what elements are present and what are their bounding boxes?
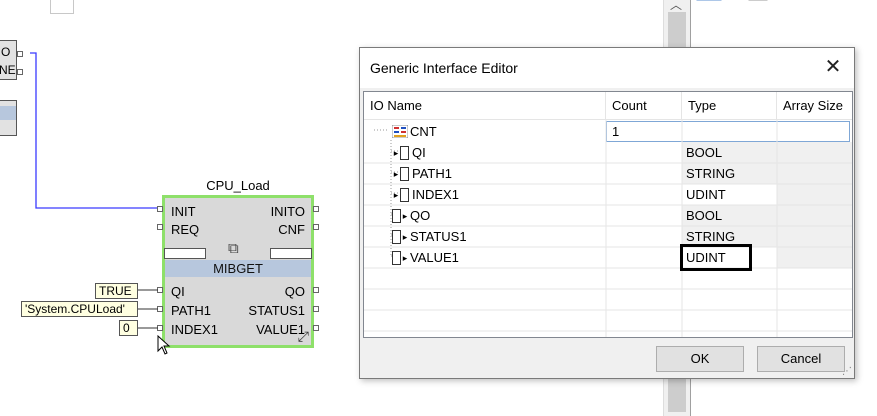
port-status1[interactable]	[313, 306, 319, 312]
resize-grip-icon[interactable]: ⋰	[842, 367, 852, 377]
port-cnf[interactable]	[313, 224, 319, 230]
fb-type-name: MIBGET	[165, 260, 311, 277]
event-output-inito[interactable]: INITO	[271, 204, 305, 219]
left-block-fragment[interactable]: O NE	[0, 40, 17, 80]
data-input-path1[interactable]: PATH1	[171, 303, 211, 318]
event-connection-wire	[30, 52, 162, 209]
port-qo[interactable]	[313, 287, 319, 293]
fb-instance-name[interactable]: CPU_Load	[163, 178, 313, 193]
data-input-index1[interactable]: INDEX1	[171, 322, 218, 337]
data-input-qi[interactable]: QI	[171, 284, 185, 299]
grid-lines	[364, 120, 852, 337]
event-data-separator-right	[270, 248, 312, 259]
param-index1-value[interactable]: 0	[119, 320, 138, 336]
port-value1[interactable]	[313, 325, 319, 331]
resize-icon[interactable]: ⤢	[298, 329, 309, 343]
param-qi-value[interactable]: TRUE	[95, 283, 138, 299]
fb-type-icon: ⧉	[228, 240, 239, 257]
left-block-label-1: O	[1, 45, 11, 59]
left-fragment-type-band	[0, 106, 16, 120]
data-output-status1[interactable]: STATUS1	[248, 303, 305, 318]
dialog-title: Generic Interface Editor	[370, 60, 518, 76]
dialog-titlebar[interactable]: Generic Interface Editor ✕	[360, 48, 854, 88]
generic-interface-editor-dialog[interactable]: Generic Interface Editor ✕ IO Name Count…	[359, 47, 855, 379]
close-icon[interactable]: ✕	[822, 56, 844, 78]
param-connectors	[138, 289, 158, 329]
param-path1-value[interactable]: 'System.CPULoad'	[21, 301, 138, 317]
cancel-button[interactable]: Cancel	[757, 346, 845, 372]
port-init[interactable]	[157, 206, 163, 212]
selected-type-cell-highlight	[680, 244, 752, 271]
event-input-init[interactable]: INIT	[171, 204, 196, 219]
data-output-qo[interactable]: QO	[285, 284, 305, 299]
event-data-separator-left	[164, 248, 206, 259]
port-req[interactable]	[157, 224, 163, 230]
panel-toolbar-icons[interactable]	[695, 0, 775, 4]
left-fragment-port[interactable]	[17, 51, 23, 57]
event-input-req[interactable]: REQ	[171, 222, 199, 237]
event-output-cnf[interactable]: CNF	[278, 222, 305, 237]
left-block-fragment-2[interactable]	[0, 100, 17, 136]
mouse-cursor-icon	[157, 335, 171, 355]
ok-button[interactable]: OK	[656, 346, 744, 372]
port-inito[interactable]	[313, 206, 319, 212]
left-block-label-2: NE	[0, 63, 16, 77]
function-block[interactable]: INIT REQ INITO CNF ⧉ MIBGET QI PATH1 IND…	[162, 195, 314, 348]
left-fragment-port[interactable]	[17, 69, 23, 75]
io-table[interactable]: IO Name Count Type Array Size CNT 1 ▸ QI…	[363, 91, 853, 338]
